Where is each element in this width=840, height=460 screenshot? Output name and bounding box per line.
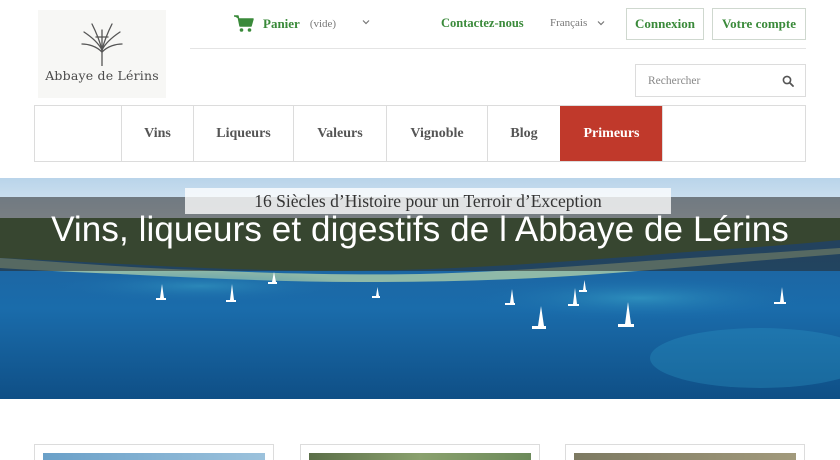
logo-text: Abbaye de Lérins (45, 68, 159, 83)
search-input[interactable] (636, 65, 776, 96)
chevron-down-icon (597, 21, 605, 26)
palm-cross-icon (81, 23, 123, 66)
nav-item-blog[interactable]: Blog (487, 106, 560, 161)
site-logo[interactable]: Abbaye de Lérins (38, 10, 166, 98)
login-button[interactable]: Connexion (626, 8, 704, 40)
nav-item-primeurs[interactable]: Primeurs (560, 106, 662, 161)
contact-link[interactable]: Contactez-nous (441, 16, 524, 31)
main-nav: Vins Liqueurs Valeurs Vignoble Blog Prim… (34, 105, 806, 162)
nav-item-liqueurs[interactable]: Liqueurs (193, 106, 293, 161)
hero-banner[interactable]: 16 Siècles d’Histoire pour un Terroir d’… (0, 178, 840, 399)
cart-status: (vide) (309, 18, 337, 30)
nav-item-filler (662, 106, 805, 161)
nav-item-empty[interactable] (35, 106, 121, 161)
content-card[interactable] (565, 444, 805, 460)
content-card[interactable] (34, 444, 274, 460)
nav-item-vins[interactable]: Vins (121, 106, 193, 161)
hero-title: Vins, liqueurs et digestifs de l Abbaye … (51, 210, 789, 249)
chevron-down-icon[interactable] (362, 18, 370, 26)
cart-label: Panier (263, 16, 300, 31)
account-button[interactable]: Votre compte (712, 8, 806, 40)
nav-item-valeurs[interactable]: Valeurs (293, 106, 386, 161)
search-icon[interactable] (782, 75, 794, 87)
language-label: Français (550, 17, 588, 29)
content-card[interactable] (300, 444, 540, 460)
search-box (635, 64, 806, 97)
cart-dropdown[interactable]: Panier (vide) (234, 14, 336, 34)
card-thumbnail (309, 453, 531, 460)
header-divider (190, 48, 806, 49)
cart-icon (234, 15, 254, 32)
language-selector[interactable]: Français (550, 17, 605, 29)
card-thumbnail (43, 453, 265, 460)
nav-item-vignoble[interactable]: Vignoble (386, 106, 487, 161)
card-thumbnail (574, 453, 796, 460)
